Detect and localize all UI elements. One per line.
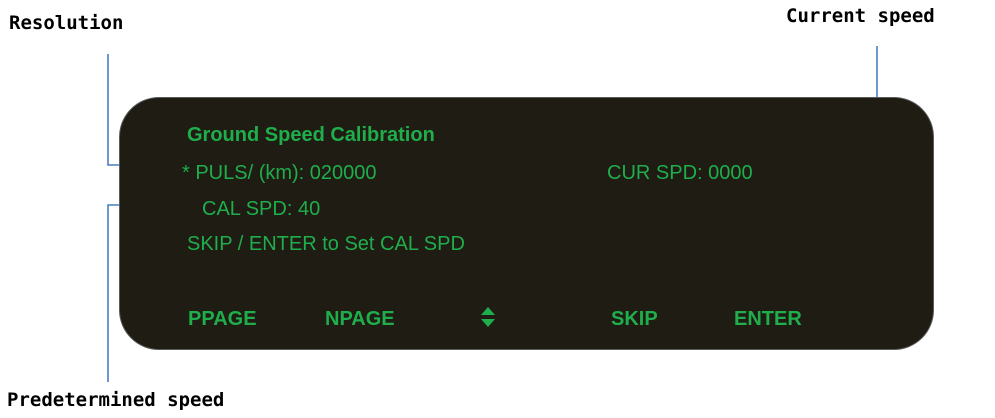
npage-softkey[interactable]: NPAGE — [325, 309, 395, 329]
current-speed-readout: CUR SPD: 0000 — [607, 162, 753, 184]
skip-softkey[interactable]: SKIP — [611, 309, 658, 329]
calibration-speed-field: CAL SPD: 40 — [202, 198, 321, 220]
ppage-softkey[interactable]: PPAGE — [188, 309, 257, 329]
predetermined-speed-callout-label: Predetermined speed — [7, 389, 225, 411]
up-down-arrow-icon[interactable] — [480, 306, 496, 332]
current-speed-callout-label: Current speed — [786, 5, 935, 27]
instruction-message: SKIP / ENTER to Set CAL SPD — [187, 233, 465, 255]
pulses-per-km-field: * PULS/ (km): 020000 — [182, 162, 377, 184]
screen-title: Ground Speed Calibration — [187, 124, 435, 146]
enter-softkey[interactable]: ENTER — [734, 309, 802, 329]
resolution-callout-label: Resolution — [9, 12, 124, 34]
calibration-display-screen: Ground Speed Calibration * PULS/ (km): 0… — [119, 97, 934, 350]
